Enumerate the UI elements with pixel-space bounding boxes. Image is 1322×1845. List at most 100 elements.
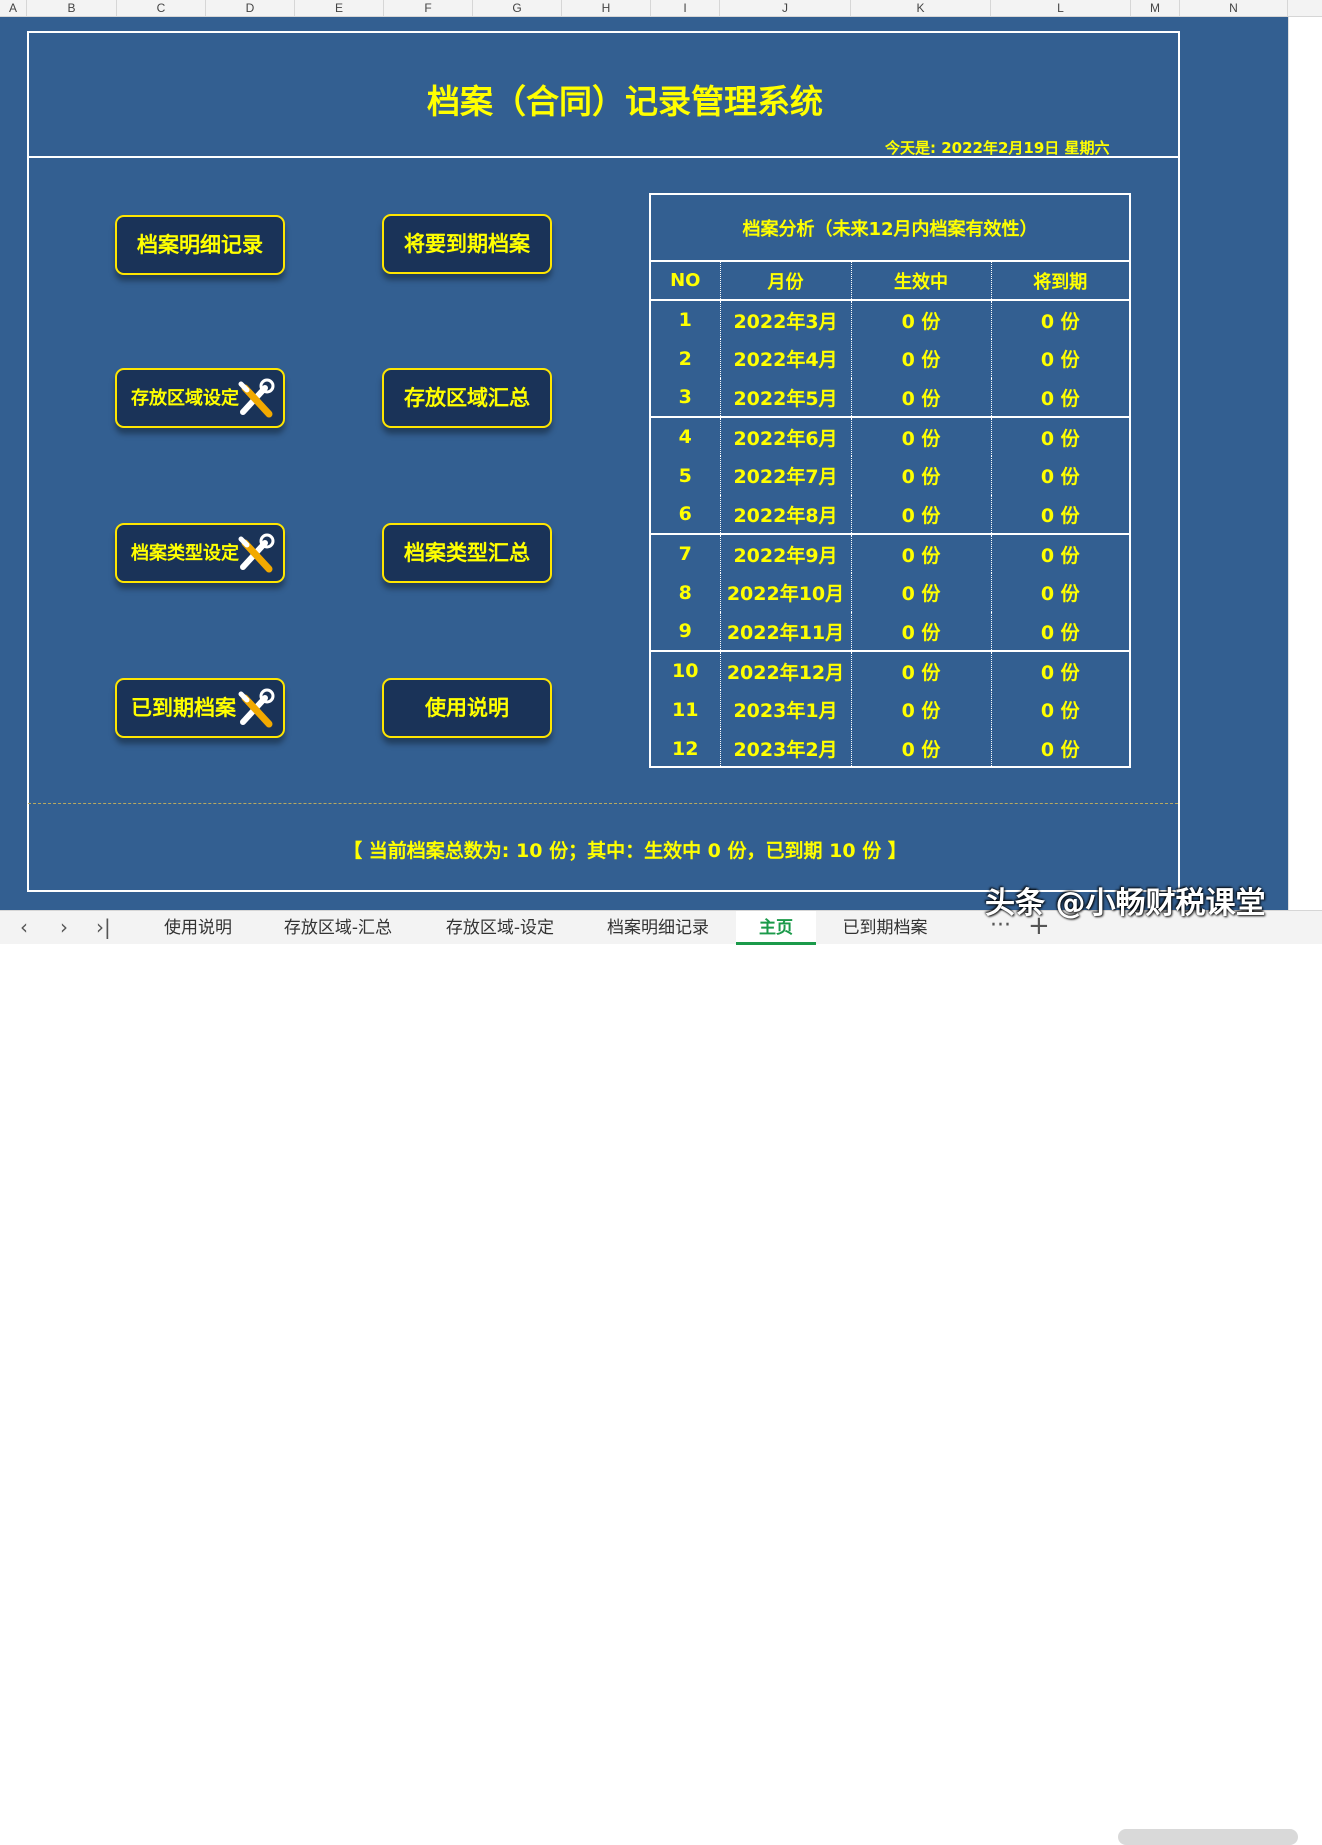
row-active: 0 份 bbox=[851, 456, 992, 495]
row-no: 7 bbox=[651, 534, 721, 573]
row-expiring: 0 份 bbox=[991, 495, 1129, 535]
horizontal-scrollbar[interactable] bbox=[1118, 1829, 1298, 1845]
table-row: 11 2023年1月 0 份 0 份 bbox=[651, 690, 1129, 729]
row-month: 2022年10月 bbox=[720, 573, 852, 612]
row-expiring: 0 份 bbox=[1040, 583, 1080, 605]
row-expiring: 0 份 bbox=[1040, 739, 1080, 761]
expired-archives-button[interactable]: 已到期档案 bbox=[115, 678, 285, 738]
analysis-title: 档案分析（未来12月内档案有效性） bbox=[651, 195, 1129, 262]
type-setting-label: 档案类型设定 bbox=[131, 542, 239, 564]
row-no: 1 bbox=[651, 300, 721, 339]
header-no: NO bbox=[651, 262, 721, 301]
dashboard-sheet: 档案（合同）记录管理系统 今天是: 2022年2月19日 星期六 档案明细记录 … bbox=[0, 17, 1288, 910]
area-summary-button[interactable]: 存放区域汇总 bbox=[382, 368, 552, 428]
row-month: 2022年12月 bbox=[720, 651, 852, 690]
column-header-G[interactable]: G bbox=[473, 0, 562, 17]
tab-area-setting[interactable]: 存放区域-设定 bbox=[420, 911, 580, 945]
chevron-left-icon[interactable]: ‹ bbox=[20, 915, 28, 939]
row-active: 0 份 bbox=[851, 573, 992, 612]
row-no: 6 bbox=[651, 495, 721, 535]
column-header-A[interactable]: A bbox=[0, 0, 27, 17]
watermark: 头条 @小畅财税课堂 bbox=[985, 886, 1266, 921]
tab-area-summary[interactable]: 存放区域-汇总 bbox=[262, 911, 414, 945]
area-setting-button[interactable]: 存放区域设定 bbox=[115, 368, 285, 428]
column-header-I[interactable]: I bbox=[651, 0, 720, 17]
detail-records-button[interactable]: 档案明细记录 bbox=[115, 215, 285, 275]
row-expiring: 0 份 bbox=[1040, 427, 1080, 450]
analysis-header-row: NO 月份 生效中 将到期 bbox=[651, 262, 1129, 301]
column-header-L[interactable]: L bbox=[991, 0, 1131, 17]
column-header-B[interactable]: B bbox=[27, 0, 117, 17]
row-month: 2022年4月 bbox=[720, 339, 852, 378]
tab-expired[interactable]: 已到期档案 bbox=[820, 911, 950, 945]
column-header-M[interactable]: M bbox=[1131, 0, 1180, 17]
row-active: 0 份 bbox=[851, 417, 992, 456]
row-month: 2022年6月 bbox=[720, 417, 852, 456]
table-row: 6 2022年8月 0 份 0 份 bbox=[651, 495, 1129, 535]
table-row: 1 2022年3月 0 份 0 份 bbox=[651, 300, 1129, 339]
column-header-K[interactable]: K bbox=[851, 0, 991, 17]
row-no: 8 bbox=[651, 573, 721, 612]
sheet-empty-area bbox=[1288, 17, 1322, 910]
row-active: 0 份 bbox=[851, 612, 992, 652]
tab-home[interactable]: 主页 bbox=[736, 911, 816, 945]
table-row: 7 2022年9月 0 份 0 份 bbox=[651, 534, 1129, 573]
detail-records-label: 档案明细记录 bbox=[137, 232, 263, 257]
table-row: 3 2022年5月 0 份 0 份 bbox=[651, 378, 1129, 418]
page-title: 档案（合同）记录管理系统 bbox=[427, 82, 823, 121]
tab-instructions[interactable]: 使用说明 bbox=[138, 911, 258, 945]
row-no: 3 bbox=[651, 378, 721, 418]
row-active: 0 份 bbox=[851, 339, 992, 378]
column-header-D[interactable]: D bbox=[206, 0, 295, 17]
tab-detail-records[interactable]: 档案明细记录 bbox=[584, 911, 732, 945]
row-no: 9 bbox=[651, 612, 721, 652]
column-header-J[interactable]: J bbox=[720, 0, 851, 17]
table-row: 4 2022年6月 0 份 0 份 bbox=[651, 417, 1129, 456]
row-expiring: 0 份 bbox=[1040, 349, 1080, 371]
row-no: 5 bbox=[651, 456, 721, 495]
last-sheet-icon[interactable]: ›| bbox=[96, 915, 111, 939]
row-active: 0 份 bbox=[851, 495, 992, 535]
header-divider bbox=[27, 156, 1180, 158]
row-expiring: 0 份 bbox=[1040, 700, 1080, 722]
column-header-C[interactable]: C bbox=[117, 0, 206, 17]
chevron-right-icon[interactable]: › bbox=[60, 915, 68, 939]
header-expiring: 将到期 bbox=[991, 262, 1129, 301]
analysis-table: NO 月份 生效中 将到期 1 2022年3月 0 份 0 份 2 2022年4… bbox=[651, 262, 1129, 768]
row-expiring: 0 份 bbox=[1040, 544, 1080, 567]
row-month: 2022年7月 bbox=[720, 456, 852, 495]
expiring-archives-button[interactable]: 将要到期档案 bbox=[382, 214, 552, 274]
instructions-button[interactable]: 使用说明 bbox=[382, 678, 552, 738]
row-no: 11 bbox=[651, 690, 721, 729]
type-summary-button[interactable]: 档案类型汇总 bbox=[382, 523, 552, 583]
table-row: 2 2022年4月 0 份 0 份 bbox=[651, 339, 1129, 378]
column-header-F[interactable]: F bbox=[384, 0, 473, 17]
row-month: 2022年8月 bbox=[720, 495, 852, 535]
row-expiring: 0 份 bbox=[991, 612, 1129, 652]
expiring-archives-label: 将要到期档案 bbox=[404, 231, 530, 256]
column-header-bar: A B C D E F G H I J K L M N bbox=[0, 0, 1322, 17]
row-month: 2022年11月 bbox=[720, 612, 852, 652]
row-expiring: 0 份 bbox=[1040, 310, 1080, 333]
row-month: 2023年2月 bbox=[720, 729, 852, 768]
table-row: 12 2023年2月 0 份 0 份 bbox=[651, 729, 1129, 768]
column-header-H[interactable]: H bbox=[562, 0, 651, 17]
row-month: 2022年5月 bbox=[720, 378, 852, 418]
footer-divider bbox=[28, 803, 1178, 804]
area-setting-label: 存放区域设定 bbox=[131, 387, 239, 409]
column-header-N[interactable]: N bbox=[1180, 0, 1288, 17]
header-active: 生效中 bbox=[851, 262, 992, 301]
column-header-E[interactable]: E bbox=[295, 0, 384, 17]
row-month: 2022年9月 bbox=[720, 534, 852, 573]
row-active: 0 份 bbox=[851, 534, 992, 573]
row-no: 2 bbox=[651, 339, 721, 378]
row-expiring: 0 份 bbox=[991, 378, 1129, 418]
archive-summary: 【 当前档案总数为: 10 份；其中：生效中 0 份，已到期 10 份 】 bbox=[343, 840, 907, 862]
area-summary-label: 存放区域汇总 bbox=[404, 385, 530, 410]
row-active: 0 份 bbox=[851, 300, 992, 339]
tools-icon bbox=[238, 688, 275, 728]
type-setting-button[interactable]: 档案类型设定 bbox=[115, 523, 285, 583]
row-no: 12 bbox=[651, 729, 721, 768]
row-active: 0 份 bbox=[851, 378, 992, 418]
table-row: 9 2022年11月 0 份 0 份 bbox=[651, 612, 1129, 652]
